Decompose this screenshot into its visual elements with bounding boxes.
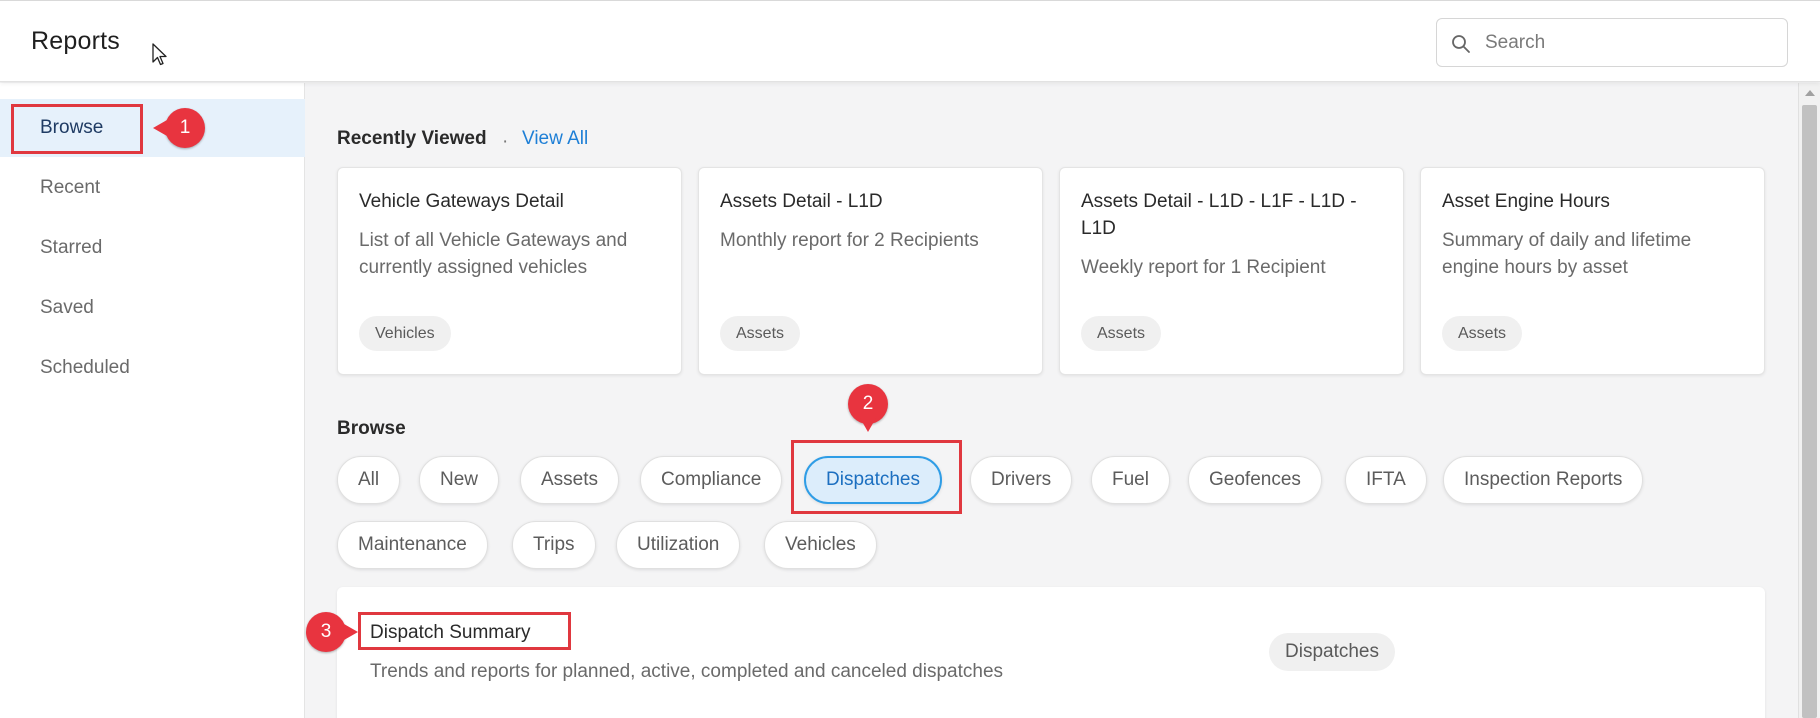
- mouse-cursor-icon: [152, 43, 167, 66]
- sidebar-item-saved[interactable]: Saved: [0, 279, 305, 337]
- page-title: Reports: [31, 27, 120, 55]
- step-marker-3: 3: [306, 612, 358, 652]
- filter-chip-trips[interactable]: Trips: [512, 521, 596, 569]
- sidebar-item-label: Saved: [40, 297, 94, 318]
- filter-chip-inspection-reports[interactable]: Inspection Reports: [1443, 456, 1644, 504]
- report-list-item-dispatch-summary[interactable]: Dispatch Summary Trends and reports for …: [337, 587, 1765, 718]
- filter-chip-all[interactable]: All: [337, 456, 401, 504]
- scroll-up-arrow-icon[interactable]: [1805, 90, 1815, 96]
- filter-chip-new[interactable]: New: [419, 456, 500, 504]
- card-category-tag: Assets: [720, 316, 801, 351]
- card-description: Weekly report for 1 Recipient: [1081, 257, 1326, 278]
- filter-chip-dispatches[interactable]: Dispatches: [804, 456, 942, 504]
- report-card-vehicle-gateways-detail[interactable]: Vehicle Gateways Detail List of all Vehi…: [337, 167, 682, 375]
- card-title: Asset Engine Hours: [1442, 191, 1610, 212]
- card-title: Assets Detail - L1D - L1F - L1D - L1D: [1081, 191, 1357, 239]
- card-category-tag: Assets: [1442, 316, 1523, 351]
- sidebar-item-scheduled[interactable]: Scheduled: [0, 339, 305, 397]
- card-title: Assets Detail - L1D: [720, 191, 883, 212]
- sidebar-item-starred[interactable]: Starred: [0, 219, 305, 277]
- filter-chip-vehicles[interactable]: Vehicles: [764, 521, 877, 569]
- sidebar-item-label: Scheduled: [40, 357, 130, 378]
- heading-separator: ·: [502, 131, 509, 152]
- filter-chip-maintenance[interactable]: Maintenance: [337, 521, 488, 569]
- search-box[interactable]: [1436, 18, 1788, 67]
- search-icon: [1452, 35, 1470, 53]
- report-card-asset-engine-hours[interactable]: Asset Engine Hours Summary of daily and …: [1420, 167, 1765, 375]
- filter-chip-utilization[interactable]: Utilization: [616, 521, 741, 569]
- filter-chip-fuel[interactable]: Fuel: [1091, 456, 1170, 504]
- step-marker-2: 2: [848, 384, 888, 432]
- top-bar: Reports: [0, 0, 1820, 82]
- report-card-assets-detail-l1d-l1f[interactable]: Assets Detail - L1D - L1F - L1D - L1D We…: [1059, 167, 1404, 375]
- card-description: Monthly report for 2 Recipients: [720, 230, 979, 251]
- report-title[interactable]: Dispatch Summary: [370, 622, 531, 644]
- scroll-thumb[interactable]: [1802, 105, 1817, 718]
- filter-chip-compliance[interactable]: Compliance: [640, 456, 783, 504]
- card-title: Vehicle Gateways Detail: [359, 191, 564, 212]
- sidebar-item-recent[interactable]: Recent: [0, 159, 305, 217]
- browse-heading: Browse: [337, 418, 406, 439]
- sidebar: Browse Recent Starred Saved Scheduled: [0, 83, 305, 718]
- card-category-tag: Vehicles: [359, 316, 451, 351]
- search-input[interactable]: [1485, 29, 1775, 57]
- report-card-assets-detail-l1d[interactable]: Assets Detail - L1D Monthly report for 2…: [698, 167, 1043, 375]
- card-description: Summary of daily and lifetime engine hou…: [1442, 230, 1692, 278]
- filter-chip-assets[interactable]: Assets: [520, 456, 620, 504]
- report-category-tag: Dispatches: [1269, 633, 1395, 671]
- card-description: List of all Vehicle Gateways and current…: [359, 230, 628, 278]
- scrollbar[interactable]: [1798, 83, 1820, 718]
- sidebar-item-label: Browse: [40, 117, 104, 138]
- filter-chip-drivers[interactable]: Drivers: [970, 456, 1073, 504]
- filter-chip-ifta[interactable]: IFTA: [1345, 456, 1427, 504]
- sidebar-item-label: Recent: [40, 177, 101, 198]
- card-category-tag: Assets: [1081, 316, 1162, 351]
- step-marker-1: 1: [153, 108, 205, 148]
- view-all-link[interactable]: View All: [522, 128, 588, 150]
- recently-viewed-heading: Recently Viewed: [337, 128, 487, 149]
- sidebar-item-label: Starred: [40, 237, 103, 258]
- report-description: Trends and reports for planned, active, …: [370, 661, 1004, 682]
- filter-chip-geofences[interactable]: Geofences: [1188, 456, 1322, 504]
